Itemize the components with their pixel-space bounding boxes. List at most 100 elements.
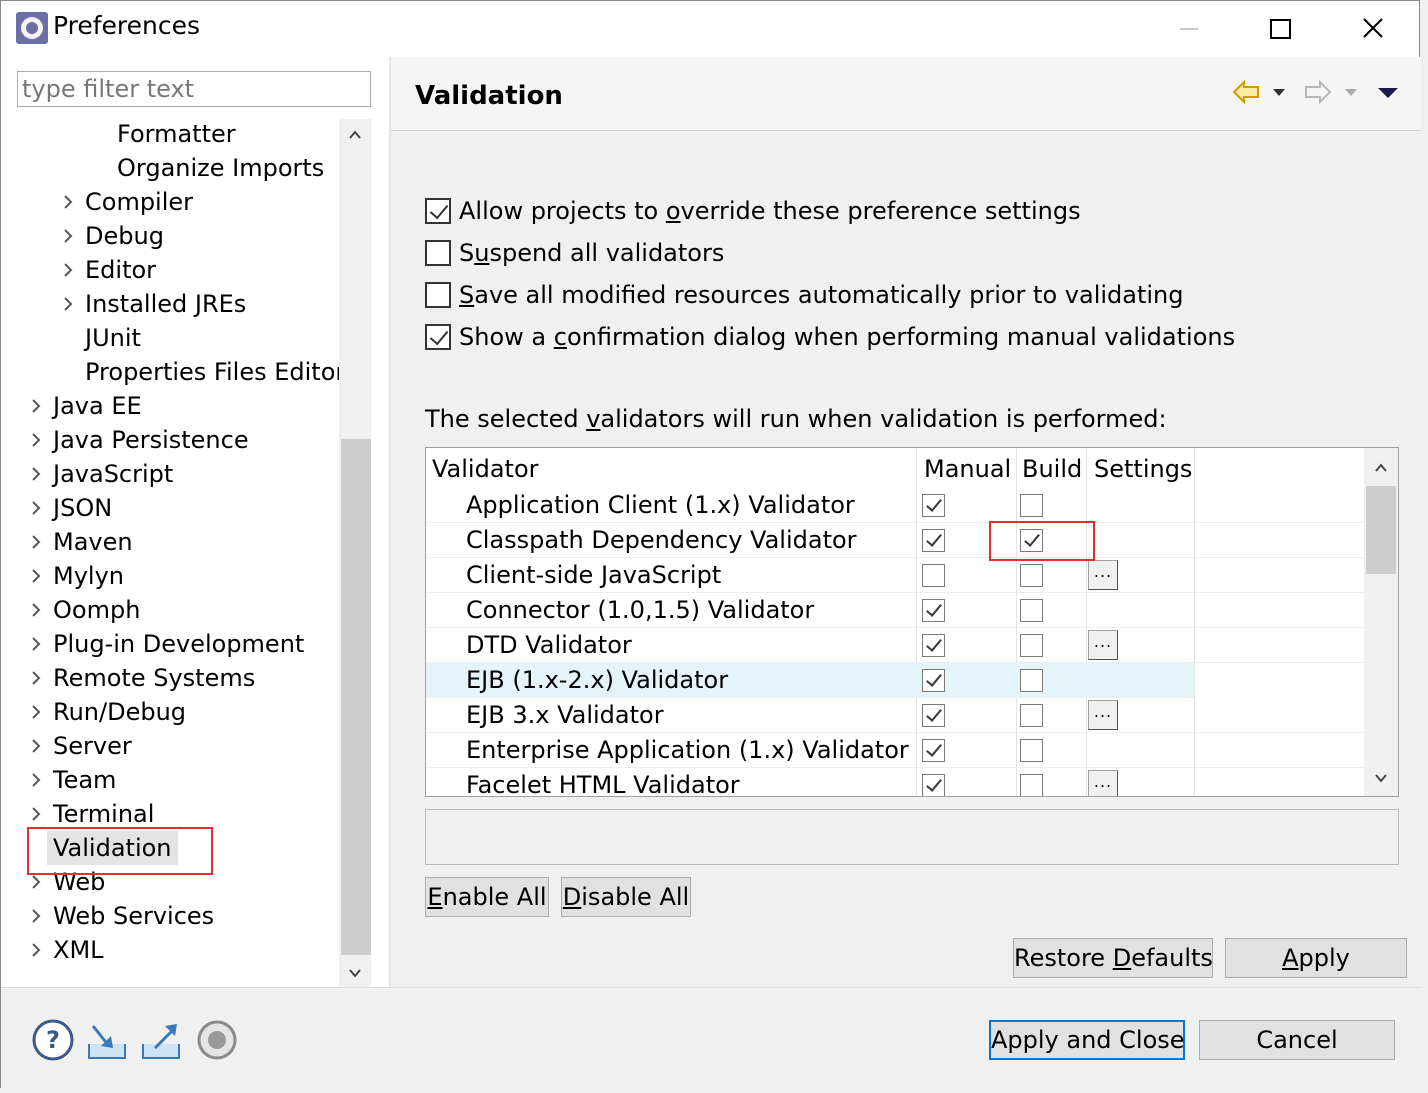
scroll-up-icon[interactable] — [347, 127, 363, 143]
tree-item-terminal[interactable]: Terminal — [1, 797, 339, 831]
back-history-icon[interactable] — [1269, 77, 1289, 107]
scroll-down-icon[interactable] — [1373, 770, 1389, 786]
tree-item-java-ee[interactable]: Java EE — [1, 389, 339, 423]
help-icon[interactable]: ? — [31, 1018, 75, 1062]
expand-arrow-icon[interactable] — [31, 807, 41, 821]
apply-and-close-button[interactable]: Apply and Close — [989, 1020, 1185, 1060]
expand-arrow-icon[interactable] — [31, 943, 41, 957]
tree-item-formatter[interactable]: Formatter — [1, 117, 339, 151]
maximize-icon[interactable] — [1235, 1, 1327, 57]
expand-arrow-icon[interactable] — [31, 671, 41, 685]
table-row[interactable]: Connector (1.0,1.5) Validator — [426, 593, 1364, 628]
settings-button[interactable]: ... — [1088, 700, 1118, 730]
restore-defaults-button[interactable]: Restore Defaults — [1013, 938, 1213, 978]
expand-arrow-icon[interactable] — [31, 603, 41, 617]
tree-item-organize-imports[interactable]: Organize Imports — [1, 151, 339, 185]
table-row[interactable]: DTD Validator... — [426, 628, 1364, 663]
tree-item-oomph[interactable]: Oomph — [1, 593, 339, 627]
table-row[interactable]: EJB (1.x-2.x) Validator — [426, 663, 1194, 698]
expand-arrow-icon[interactable] — [31, 501, 41, 515]
expand-arrow-icon[interactable] — [31, 433, 41, 447]
tree-item-javascript[interactable]: JavaScript — [1, 457, 339, 491]
settings-button[interactable]: ... — [1088, 770, 1118, 796]
tree-item-maven[interactable]: Maven — [1, 525, 339, 559]
build-checkbox[interactable] — [1020, 634, 1043, 657]
table-scroll-thumb[interactable] — [1366, 486, 1396, 574]
scroll-up-icon[interactable] — [1373, 460, 1389, 476]
manual-checkbox[interactable] — [922, 704, 945, 727]
expand-arrow-icon[interactable] — [63, 229, 73, 243]
scroll-down-icon[interactable] — [347, 965, 363, 981]
minimize-icon[interactable] — [1143, 1, 1235, 57]
disable-all-button[interactable]: Disable All — [561, 877, 691, 917]
record-icon[interactable] — [195, 1018, 239, 1062]
manual-checkbox[interactable] — [922, 494, 945, 517]
expand-arrow-icon[interactable] — [31, 875, 41, 889]
save-modified-checkbox[interactable] — [425, 282, 451, 308]
expand-arrow-icon[interactable] — [31, 535, 41, 549]
expand-arrow-icon[interactable] — [31, 739, 41, 753]
header-manual[interactable]: Manual — [924, 452, 1011, 486]
tree-item-server[interactable]: Server — [1, 729, 339, 763]
table-row[interactable]: Client-side JavaScript... — [426, 558, 1364, 593]
table-row[interactable]: EJB 3.x Validator... — [426, 698, 1364, 733]
apply-button[interactable]: Apply — [1225, 938, 1407, 978]
expand-arrow-icon[interactable] — [31, 467, 41, 481]
header-build[interactable]: Build — [1022, 452, 1082, 486]
table-row[interactable]: Facelet HTML Validator... — [426, 768, 1364, 796]
manual-checkbox[interactable] — [922, 564, 945, 587]
tree-item-plug-in-development[interactable]: Plug-in Development — [1, 627, 339, 661]
export-icon[interactable] — [139, 1018, 183, 1062]
expand-arrow-icon[interactable] — [63, 195, 73, 209]
expand-arrow-icon[interactable] — [31, 399, 41, 413]
view-menu-icon[interactable] — [1375, 77, 1401, 107]
tree-item-java-persistence[interactable]: Java Persistence — [1, 423, 339, 457]
tree-item-installed-jres[interactable]: Installed JREs — [1, 287, 339, 321]
build-checkbox[interactable] — [1020, 564, 1043, 587]
expand-arrow-icon[interactable] — [31, 705, 41, 719]
show-confirmation-checkbox[interactable] — [425, 324, 451, 350]
tree-item-debug[interactable]: Debug — [1, 219, 339, 253]
tree-item-team[interactable]: Team — [1, 763, 339, 797]
close-icon[interactable] — [1327, 1, 1419, 57]
suspend-all-checkbox[interactable] — [425, 240, 451, 266]
tree-item-run-debug[interactable]: Run/Debug — [1, 695, 339, 729]
tree-item-junit[interactable]: JUnit — [1, 321, 339, 355]
build-checkbox[interactable] — [1020, 774, 1043, 796]
manual-checkbox[interactable] — [922, 739, 945, 762]
header-settings[interactable]: Settings — [1094, 452, 1192, 486]
expand-arrow-icon[interactable] — [31, 569, 41, 583]
header-validator[interactable]: Validator — [432, 452, 539, 486]
tree-scrollbar[interactable] — [339, 119, 371, 989]
build-checkbox[interactable] — [1020, 669, 1043, 692]
forward-arrow-icon[interactable] — [1303, 77, 1333, 107]
table-scrollbar[interactable] — [1364, 448, 1398, 796]
cancel-button[interactable]: Cancel — [1199, 1020, 1395, 1060]
settings-button[interactable]: ... — [1088, 560, 1118, 590]
manual-checkbox[interactable] — [922, 774, 945, 796]
expand-arrow-icon[interactable] — [31, 773, 41, 787]
expand-arrow-icon[interactable] — [63, 297, 73, 311]
expand-arrow-icon[interactable] — [31, 637, 41, 651]
table-row[interactable]: Application Client (1.x) Validator — [426, 488, 1364, 523]
expand-arrow-icon[interactable] — [63, 263, 73, 277]
build-checkbox[interactable] — [1020, 494, 1043, 517]
tree-item-editor[interactable]: Editor — [1, 253, 339, 287]
tree-item-mylyn[interactable]: Mylyn — [1, 559, 339, 593]
tree-item-properties-files-editor[interactable]: Properties Files Editor — [1, 355, 339, 389]
tree-item-web-services[interactable]: Web Services — [1, 899, 339, 933]
settings-button[interactable]: ... — [1088, 630, 1118, 660]
manual-checkbox[interactable] — [922, 634, 945, 657]
tree-item-json[interactable]: JSON — [1, 491, 339, 525]
table-row[interactable]: Enterprise Application (1.x) Validator — [426, 733, 1364, 768]
allow-override-checkbox[interactable] — [425, 198, 451, 224]
manual-checkbox[interactable] — [922, 599, 945, 622]
expand-arrow-icon[interactable] — [31, 909, 41, 923]
build-checkbox[interactable] — [1020, 739, 1043, 762]
back-arrow-icon[interactable] — [1231, 77, 1261, 107]
tree-item-xml[interactable]: XML — [1, 933, 339, 967]
manual-checkbox[interactable] — [922, 529, 945, 552]
enable-all-button[interactable]: Enable All — [425, 877, 549, 917]
forward-history-icon[interactable] — [1341, 77, 1361, 107]
table-row[interactable]: Classpath Dependency Validator — [426, 523, 1364, 558]
